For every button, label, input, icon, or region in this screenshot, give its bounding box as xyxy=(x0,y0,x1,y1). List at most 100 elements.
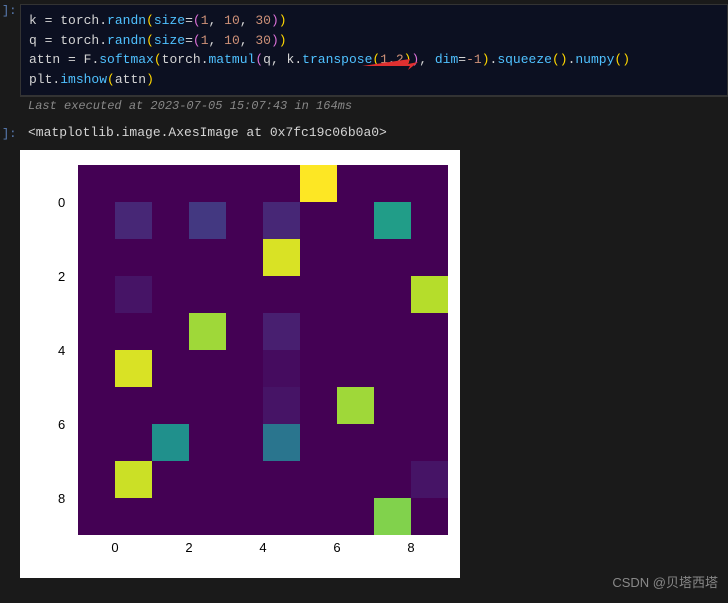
heatmap-cell xyxy=(152,313,189,350)
heatmap-cell xyxy=(263,313,300,350)
heatmap-cell xyxy=(374,387,411,424)
heatmap-cell xyxy=(78,276,115,313)
heatmap-cell xyxy=(115,350,152,387)
x-tick-label: 4 xyxy=(259,540,266,555)
heatmap-cell xyxy=(374,424,411,461)
y-tick-label: 0 xyxy=(58,165,65,239)
heatmap-cell xyxy=(374,239,411,276)
heatmap-cell xyxy=(115,165,152,202)
heatmap-cell xyxy=(263,276,300,313)
x-axis-ticks: 0 2 4 6 8 xyxy=(78,540,448,555)
heatmap-cell xyxy=(78,461,115,498)
heatmap-cell xyxy=(374,276,411,313)
y-tick-label: 2 xyxy=(58,239,65,313)
x-tick-label: 2 xyxy=(185,540,192,555)
execution-info: Last executed at 2023-07-05 15:07:43 in … xyxy=(20,96,728,115)
output-area: <matplotlib.image.AxesImage at 0x7fc19c0… xyxy=(20,121,728,578)
heatmap-cell xyxy=(226,313,263,350)
heatmap-cell xyxy=(152,350,189,387)
heatmap-cell xyxy=(374,461,411,498)
heatmap-cell xyxy=(337,498,374,535)
heatmap-cell xyxy=(152,461,189,498)
heatmap-cell xyxy=(411,387,448,424)
heatmap-cell xyxy=(263,350,300,387)
heatmap-cell xyxy=(115,461,152,498)
heatmap-cell xyxy=(337,350,374,387)
heatmap-cell xyxy=(337,165,374,202)
x-tick-label: 0 xyxy=(111,540,118,555)
x-tick-label: 8 xyxy=(407,540,414,555)
heatmap-cell xyxy=(189,350,226,387)
heatmap-cell xyxy=(115,387,152,424)
heatmap-cell xyxy=(263,498,300,535)
code-line-2: q = torch.randn(size=(1, 10, 30)) xyxy=(29,31,719,51)
heatmap-cell xyxy=(263,202,300,239)
heatmap-cell xyxy=(374,350,411,387)
heatmap-cell xyxy=(300,239,337,276)
heatmap-cell xyxy=(226,350,263,387)
heatmap-cell xyxy=(189,313,226,350)
heatmap-cell xyxy=(300,461,337,498)
heatmap-cell xyxy=(263,387,300,424)
heatmap-cell xyxy=(152,276,189,313)
heatmap-cell xyxy=(115,202,152,239)
heatmap-cell xyxy=(263,239,300,276)
heatmap-cell xyxy=(411,276,448,313)
notebook: ]: k = torch.randn(size=(1, 10, 30)) q =… xyxy=(0,4,728,578)
heatmap-cell xyxy=(78,202,115,239)
heatmap xyxy=(78,165,448,535)
heatmap-cell xyxy=(226,387,263,424)
heatmap-cell xyxy=(115,498,152,535)
watermark: CSDN @贝塔西塔 xyxy=(612,572,718,591)
heatmap-cell xyxy=(374,165,411,202)
heatmap-cell xyxy=(226,165,263,202)
y-axis-ticks: 02468 xyxy=(58,165,65,535)
heatmap-cell xyxy=(152,387,189,424)
heatmap-cell xyxy=(337,276,374,313)
code-cell[interactable]: k = torch.randn(size=(1, 10, 30)) q = to… xyxy=(20,4,728,96)
heatmap-cell xyxy=(300,424,337,461)
heatmap-cell xyxy=(189,202,226,239)
heatmap-cell xyxy=(189,165,226,202)
heatmap-cell xyxy=(226,202,263,239)
heatmap-cell xyxy=(300,350,337,387)
heatmap-cell xyxy=(374,498,411,535)
heatmap-cell xyxy=(300,387,337,424)
heatmap-cell xyxy=(337,313,374,350)
heatmap-cell xyxy=(189,276,226,313)
heatmap-cell xyxy=(411,239,448,276)
heatmap-cell xyxy=(115,276,152,313)
y-tick-label: 4 xyxy=(58,313,65,387)
heatmap-cell xyxy=(263,461,300,498)
heatmap-cell xyxy=(300,313,337,350)
heatmap-cell xyxy=(115,313,152,350)
heatmap-cell xyxy=(226,498,263,535)
heatmap-cell xyxy=(411,461,448,498)
output-prompt: ]: xyxy=(2,127,16,141)
input-prompt: ]: xyxy=(2,4,16,18)
heatmap-cell xyxy=(411,202,448,239)
heatmap-cell xyxy=(189,498,226,535)
y-tick-label: 8 xyxy=(58,461,65,535)
heatmap-cell xyxy=(374,202,411,239)
heatmap-cell xyxy=(300,498,337,535)
heatmap-cell xyxy=(411,424,448,461)
y-tick-label: 6 xyxy=(58,387,65,461)
heatmap-cell xyxy=(337,202,374,239)
heatmap-cell xyxy=(411,313,448,350)
heatmap-cell xyxy=(152,202,189,239)
heatmap-cell xyxy=(78,239,115,276)
heatmap-cell xyxy=(189,239,226,276)
heatmap-cell xyxy=(78,313,115,350)
heatmap-cell xyxy=(78,424,115,461)
heatmap-cell xyxy=(337,461,374,498)
heatmap-cell xyxy=(300,165,337,202)
heatmap-cell xyxy=(337,387,374,424)
heatmap-cell xyxy=(78,165,115,202)
heatmap-cell xyxy=(78,387,115,424)
heatmap-cell xyxy=(300,202,337,239)
heatmap-cell xyxy=(152,239,189,276)
heatmap-cell xyxy=(263,165,300,202)
x-tick-label: 6 xyxy=(333,540,340,555)
heatmap-cell xyxy=(411,165,448,202)
